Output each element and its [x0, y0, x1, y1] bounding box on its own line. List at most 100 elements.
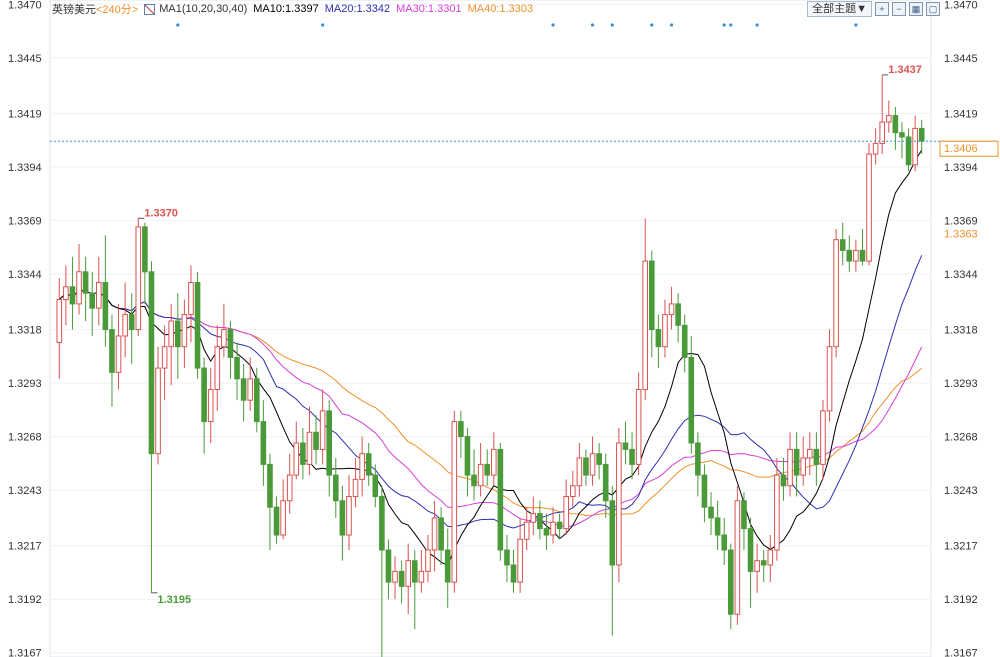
- candle-body: [181, 314, 188, 348]
- candle-body: [346, 495, 352, 536]
- candle-body: [458, 421, 464, 438]
- candle-body: [313, 431, 319, 450]
- candle-body: [102, 281, 109, 331]
- y-tick-label-left: 1.3419: [8, 108, 42, 120]
- candle-body: [76, 271, 82, 305]
- y-tick-label-right: 1.3394: [944, 162, 978, 174]
- y-tick-label-right: 1.3470: [944, 0, 978, 11]
- candle-body: [596, 453, 602, 465]
- candle-body: [207, 388, 214, 423]
- candle-body: [774, 474, 780, 551]
- candle-body: [820, 410, 826, 465]
- legend-period[interactable]: <240分>: [96, 1, 138, 17]
- candle-body: [583, 457, 589, 476]
- ma-level-label: 1.3363: [944, 228, 978, 240]
- candle-body: [352, 478, 359, 497]
- candle-body: [563, 495, 570, 530]
- candle-body: [286, 474, 293, 502]
- candle-body: [846, 249, 853, 262]
- candle-body: [681, 324, 688, 358]
- y-tick-label-left: 1.3369: [8, 215, 42, 227]
- zoom-out-icon[interactable]: −: [892, 2, 906, 16]
- event-marker-dot: [551, 23, 555, 27]
- theme-dropdown[interactable]: 全部主题▼: [807, 1, 872, 17]
- candle-body: [892, 115, 899, 134]
- y-tick-label-right: 1.3293: [944, 378, 978, 390]
- candle-body: [293, 442, 300, 476]
- candle: [135, 218, 142, 336]
- candle-body: [569, 485, 576, 497]
- candle-body: [234, 356, 240, 380]
- candle-body: [365, 453, 372, 476]
- candle-body: [56, 299, 63, 343]
- candle-body: [63, 286, 69, 301]
- candle-body: [273, 506, 280, 536]
- fullscreen-icon[interactable]: ▢: [926, 2, 940, 16]
- event-marker-dot: [669, 23, 674, 27]
- annotation-label: 1.3370: [144, 207, 178, 219]
- candle-body: [227, 329, 234, 358]
- candle-body: [806, 448, 813, 459]
- candle-body: [833, 239, 839, 348]
- candle-body: [484, 463, 491, 476]
- candle-body: [122, 314, 128, 337]
- y-tick-label-left: 1.3394: [8, 162, 42, 174]
- candle-body: [589, 453, 596, 476]
- candle-body: [135, 226, 142, 331]
- candle-body: [221, 329, 227, 348]
- annotation-label: 1.3195: [157, 594, 191, 606]
- candle-body: [741, 500, 747, 530]
- y-tick-label-right: 1.3369: [944, 215, 978, 227]
- chart-toolbar: 全部主题▼ + − ▦ ▢: [807, 1, 940, 17]
- event-marker-dot: [610, 23, 614, 27]
- y-tick-label-left: 1.3217: [8, 541, 42, 553]
- y-tick-label-left: 1.3445: [8, 53, 42, 65]
- candle-body: [800, 457, 807, 476]
- candle-body: [332, 474, 339, 502]
- candle-body: [918, 127, 925, 142]
- zoom-in-icon[interactable]: +: [875, 2, 889, 16]
- grid-icon[interactable]: ▦: [909, 2, 923, 16]
- candle-body: [675, 303, 681, 326]
- candle-body: [885, 115, 892, 123]
- candle-body: [714, 517, 721, 536]
- candle-body: [280, 500, 286, 536]
- candle-body: [899, 132, 905, 138]
- candle-body: [194, 281, 201, 369]
- candle-body: [148, 271, 155, 455]
- candle-body: [168, 320, 175, 348]
- candle-body: [431, 517, 438, 551]
- chart-legend: 英镑美元 <240分> MA1(10,20,30,40) MA10:1.3397…: [52, 1, 533, 17]
- candle-body: [754, 560, 760, 572]
- candle: [833, 228, 839, 358]
- event-marker-dot: [729, 23, 733, 27]
- candle-body: [629, 448, 635, 465]
- y-axis-left: 1.3470 1.3445 1.3419 1.3394 1.3369 1.3344 1.33…: [8, 0, 42, 657]
- candle: [194, 271, 201, 379]
- ma-settings-icon[interactable]: [144, 3, 156, 15]
- candle-body: [359, 453, 365, 480]
- legend-ma-group[interactable]: MA1(10,20,30,40): [159, 3, 247, 15]
- candle: [866, 143, 872, 266]
- candle: [497, 442, 504, 561]
- plot-area: 1.3470 1.3445 1.3419 1.3394 1.3369 1.3344 1.33…: [8, 0, 999, 657]
- candle-body: [556, 521, 563, 530]
- candle-body: [879, 121, 886, 144]
- current-price-label: 1.3406: [944, 143, 978, 155]
- candle: [451, 410, 458, 593]
- y-tick-label-left: 1.3192: [8, 594, 42, 606]
- candle-body: [523, 521, 530, 540]
- event-marker-dot: [176, 23, 180, 27]
- candle-body: [602, 463, 609, 502]
- y-tick-label-left: 1.3293: [8, 378, 42, 390]
- candle-body: [537, 513, 543, 530]
- y-tick-label-right: 1.3243: [944, 485, 978, 497]
- candle-body: [326, 410, 333, 476]
- candle-body: [142, 226, 148, 273]
- y-tick-label-right: 1.3167: [944, 648, 978, 657]
- candle: [734, 485, 741, 625]
- candlestick-chart[interactable]: 1.3470 1.3445 1.3419 1.3394 1.3369 1.3344 1.33…: [0, 0, 1000, 657]
- candle-body: [392, 570, 398, 583]
- candle-body: [155, 367, 161, 455]
- candle-body: [708, 506, 714, 519]
